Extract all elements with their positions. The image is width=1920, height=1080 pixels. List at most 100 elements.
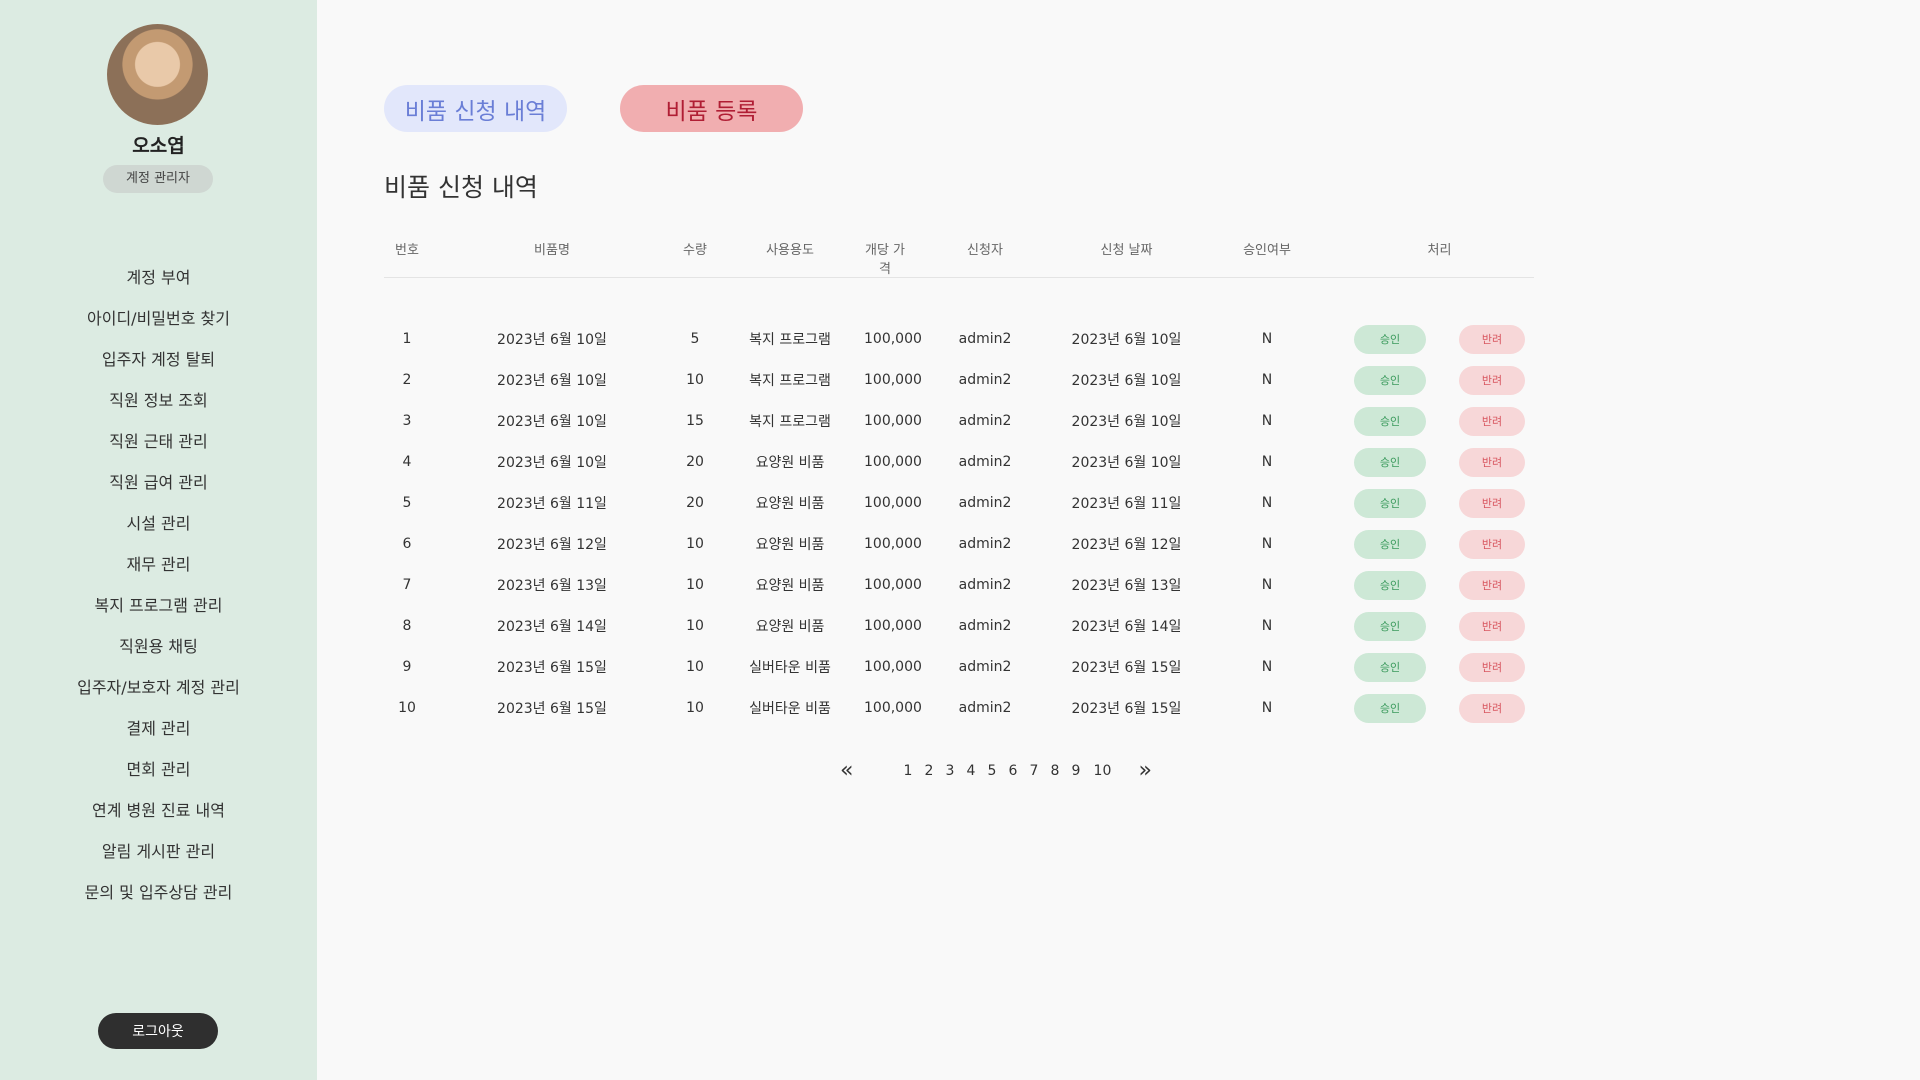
table-row: 1 2023년 6월 10일 5 복지 프로그램 100,000 admin2 2023년 … — [384, 319, 1534, 360]
user-name: 오소엽 — [132, 135, 185, 157]
table-row: 2 2023년 6월 10일 10 복지 프로그램 100,000 admin2 2023년… — [384, 360, 1534, 401]
cell-qty: 10 — [686, 536, 704, 552]
approve-button[interactable]: 승인 — [1354, 365, 1426, 395]
sidebar-item[interactable]: 재무 관리 — [0, 551, 317, 592]
page-number[interactable]: 7 — [1023, 763, 1044, 779]
cell-actions: 승인 반려 — [1345, 319, 1534, 360]
approve-button[interactable]: 승인 — [1354, 324, 1426, 354]
page-number[interactable]: 4 — [960, 763, 981, 779]
reject-button[interactable]: 반려 — [1459, 693, 1525, 723]
cell-purpose: 요양원 비품 — [755, 455, 825, 471]
sidebar-item[interactable]: 문의 및 입주상담 관리 — [0, 879, 317, 920]
cell-applicant: admin2 — [958, 331, 1012, 347]
sidebar-item[interactable]: 직원 정보 조회 — [0, 387, 317, 428]
column-header: 사용용도 — [716, 233, 864, 278]
cell-no: 6 — [402, 536, 412, 552]
cell-approved: N — [1261, 454, 1273, 470]
cell-applicant: admin2 — [958, 700, 1012, 716]
page-number[interactable]: 3 — [939, 763, 960, 779]
cell-purpose: 요양원 비품 — [755, 496, 825, 512]
column-header: 처리 — [1345, 233, 1534, 278]
reject-button[interactable]: 반려 — [1459, 570, 1525, 600]
reject-button[interactable]: 반려 — [1459, 324, 1525, 354]
sidebar-item[interactable]: 면회 관리 — [0, 756, 317, 797]
next-page-icon[interactable]: » — [1138, 760, 1151, 782]
cell-name: 2023년 6월 12일 — [497, 537, 607, 553]
cell-price: 100,000 — [864, 659, 922, 675]
sidebar-item[interactable]: 복지 프로그램 관리 — [0, 592, 317, 633]
cell-price: 100,000 — [864, 536, 922, 552]
row-actions: 승인 반려 — [1345, 447, 1534, 477]
logout-button[interactable]: 로그아웃 — [98, 1013, 218, 1049]
reject-button[interactable]: 반려 — [1459, 652, 1525, 682]
approve-button[interactable]: 승인 — [1354, 611, 1426, 641]
row-actions: 승인 반려 — [1345, 488, 1534, 518]
sidebar-item[interactable]: 입주자 계정 탈퇴 — [0, 346, 317, 387]
cell-applicant: admin2 — [958, 372, 1012, 388]
sidebar-item[interactable]: 입주자/보호자 계정 관리 — [0, 674, 317, 715]
cell-purpose: 요양원 비품 — [755, 619, 825, 635]
sidebar-item[interactable]: 알림 게시판 관리 — [0, 838, 317, 879]
reject-button[interactable]: 반려 — [1459, 488, 1525, 518]
approve-button[interactable]: 승인 — [1354, 570, 1426, 600]
cell-purpose: 실버타운 비품 — [749, 701, 831, 717]
reject-button[interactable]: 반려 — [1459, 529, 1525, 559]
approve-button[interactable]: 승인 — [1354, 488, 1426, 518]
table-row: 8 2023년 6월 14일 10 요양원 비품 100,000 admin2 2023년 … — [384, 606, 1534, 647]
cell-actions: 승인 반려 — [1345, 524, 1534, 565]
page-number[interactable]: 2 — [918, 763, 939, 779]
sidebar-item[interactable]: 계정 부여 — [0, 264, 317, 305]
cell-actions: 승인 반려 — [1345, 401, 1534, 442]
row-actions: 승인 반려 — [1345, 529, 1534, 559]
approve-button[interactable]: 승인 — [1354, 447, 1426, 477]
approve-button[interactable]: 승인 — [1354, 693, 1426, 723]
cell-approved: N — [1261, 577, 1273, 593]
avatar — [107, 24, 208, 125]
cell-name: 2023년 6월 15일 — [497, 660, 607, 676]
cell-purpose: 요양원 비품 — [755, 537, 825, 553]
row-actions: 승인 반려 — [1345, 570, 1534, 600]
approve-button[interactable]: 승인 — [1354, 529, 1426, 559]
row-actions: 승인 반려 — [1345, 652, 1534, 682]
page-number[interactable]: 8 — [1044, 763, 1065, 779]
cell-name: 2023년 6월 11일 — [497, 496, 607, 512]
cell-approved: N — [1261, 413, 1273, 429]
page-number[interactable]: 6 — [1002, 763, 1023, 779]
table-row: 10 2023년 6월 15일 10 실버타운 비품 100,000 admin2 2023… — [384, 688, 1534, 729]
cell-actions: 승인 반려 — [1345, 442, 1534, 483]
sidebar-item[interactable]: 시설 관리 — [0, 510, 317, 551]
tab-request-list[interactable]: 비품 신청 내역 — [384, 85, 567, 132]
cell-name: 2023년 6월 10일 — [497, 455, 607, 471]
approve-button[interactable]: 승인 — [1354, 406, 1426, 436]
role-badge: 계정 관리자 — [103, 165, 213, 193]
page-number[interactable]: 10 — [1086, 763, 1118, 779]
table-row: 7 2023년 6월 13일 10 요양원 비품 100,000 admin2 2023년 … — [384, 565, 1534, 606]
cell-approved: N — [1261, 536, 1273, 552]
tab-register-supply[interactable]: 비품 등록 — [620, 85, 803, 132]
column-header: 비품명 — [430, 233, 674, 278]
column-header: 신청자 — [906, 233, 1064, 278]
reject-button[interactable]: 반려 — [1459, 406, 1525, 436]
sidebar-item[interactable]: 직원용 채팅 — [0, 633, 317, 674]
page-numbers: 1 2 3 4 5 6 7 8 9 10 — [897, 763, 1118, 779]
page-number[interactable]: 1 — [897, 763, 918, 779]
reject-button[interactable]: 반려 — [1459, 611, 1525, 641]
cell-qty: 5 — [690, 331, 700, 347]
sidebar-item[interactable]: 직원 근태 관리 — [0, 428, 317, 469]
sidebar-item[interactable]: 연계 병원 진료 내역 — [0, 797, 317, 838]
cell-applicant: admin2 — [958, 577, 1012, 593]
cell-applicant: admin2 — [958, 454, 1012, 470]
reject-button[interactable]: 반려 — [1459, 447, 1525, 477]
page-number[interactable]: 5 — [981, 763, 1002, 779]
cell-purpose: 복지 프로그램 — [749, 414, 831, 430]
approve-button[interactable]: 승인 — [1354, 652, 1426, 682]
page-number[interactable]: 9 — [1065, 763, 1086, 779]
column-header: 승인여부 — [1189, 233, 1345, 278]
cell-price: 100,000 — [864, 700, 922, 716]
sidebar-item[interactable]: 아이디/비밀번호 찾기 — [0, 305, 317, 346]
prev-page-icon[interactable]: « — [840, 760, 853, 782]
table-row: 9 2023년 6월 15일 10 실버타운 비품 100,000 admin2 2023년… — [384, 647, 1534, 688]
reject-button[interactable]: 반려 — [1459, 365, 1525, 395]
sidebar-item[interactable]: 직원 급여 관리 — [0, 469, 317, 510]
sidebar-item[interactable]: 결제 관리 — [0, 715, 317, 756]
